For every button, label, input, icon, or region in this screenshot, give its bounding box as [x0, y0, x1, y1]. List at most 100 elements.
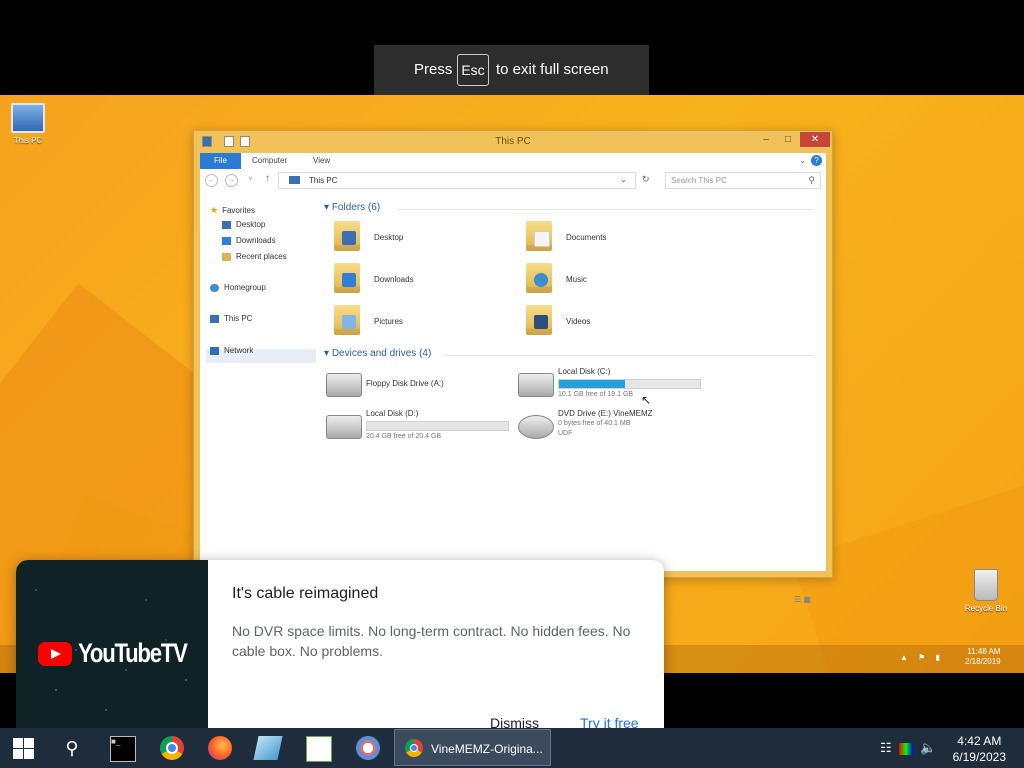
mouse-cursor-icon: ↖ — [641, 393, 652, 407]
promo-body: No DVR space limits. No long-term contra… — [232, 623, 631, 659]
folder-pictures: Pictures — [334, 305, 494, 339]
folder-videos: Videos — [526, 305, 686, 339]
nav-this-pc: This PC — [210, 314, 252, 323]
recent-places-icon — [222, 252, 231, 261]
floppy-drive-icon — [326, 373, 362, 397]
notepad-app-icon[interactable] — [253, 736, 283, 760]
promo-image: YouTubeTV — [16, 560, 208, 728]
recent-dropdown-icon: ˅ — [248, 176, 253, 183]
folders-header: ▾ Folders (6) — [324, 202, 381, 213]
refresh-icon: ↻ — [642, 174, 650, 184]
nav-homegroup: Homegroup — [210, 283, 266, 292]
folder-icon — [334, 263, 360, 293]
search-placeholder: Search This PC — [671, 176, 727, 185]
explorer-window: This PC – □ ✕ File Computer View ⌄ ? ← →… — [193, 130, 833, 604]
tab-file: File — [200, 153, 241, 169]
taskbar-window-title: VineMEMZ-Origina... — [431, 742, 543, 756]
nav-desktop: Desktop — [222, 220, 265, 229]
address-path: This PC — [309, 176, 338, 185]
drive-usage-bar — [558, 379, 701, 389]
promo-title: It's cable reimagined — [232, 585, 379, 602]
desktop-icon-recycle-bin: Recycle Bin — [958, 569, 1014, 613]
dvd-drive-icon — [518, 415, 554, 439]
drive-usage-bar — [366, 421, 509, 431]
youtube-play-icon — [38, 642, 72, 666]
try-it-free-button[interactable]: Try it free — [580, 715, 639, 728]
inner-clock: 11:48 AM 2/18/2019 — [965, 647, 1001, 666]
firefox-icon[interactable] — [208, 736, 232, 760]
inner-tray-icons: ▲ ⚑ ▮ — [900, 653, 944, 662]
divider — [444, 355, 814, 356]
content-pane: ▾ Folders (6) Desktop Documents Download… — [318, 191, 826, 571]
folder-downloads: Downloads — [334, 263, 494, 297]
help-icon: ? — [811, 155, 822, 166]
computer-icon — [11, 103, 45, 133]
star-icon: ★ — [210, 205, 219, 215]
back-icon: ← — [205, 174, 218, 187]
windows-drive-icon — [518, 373, 554, 397]
nav-network: Network — [210, 346, 253, 355]
chrome-icon[interactable] — [160, 736, 184, 760]
divider — [398, 209, 814, 210]
nav-favorites: ★ Favorites — [210, 205, 255, 215]
system-tray: ☷ 🔈 — [880, 740, 936, 756]
ribbon-tabs: File Computer View ⌄ ? — [200, 153, 826, 169]
hard-drive-icon — [326, 415, 362, 439]
network-icon[interactable]: ☷ — [880, 740, 892, 755]
desktop-icon-label: This PC — [13, 136, 43, 145]
taskbar-active-chrome-window[interactable]: VineMEMZ-Origina... — [394, 729, 551, 766]
up-arrow-icon: ↑ — [265, 173, 270, 184]
homegroup-icon — [210, 283, 219, 292]
paint-app-icon[interactable] — [356, 736, 380, 760]
folder-desktop: Desktop — [334, 221, 494, 255]
download-icon — [222, 236, 231, 245]
windows-start-icon[interactable] — [12, 736, 36, 760]
address-row: ← → ˅ ↑ This PC ⌄ ↻ Search This PC ⚲ — [200, 169, 826, 191]
folder-icon — [526, 263, 552, 293]
nav-recent: Recent places — [222, 252, 287, 261]
navigation-pane: ★ Favorites Desktop Downloads Recent plac… — [200, 191, 318, 571]
chevron-down-icon: ⌄ — [620, 175, 627, 184]
drive-c: Local Disk (C:) 10.1 GB free of 19.1 GB — [518, 367, 718, 407]
youtube-tv-promo-card: YouTubeTV It's cable reimagined No DVR s… — [16, 560, 664, 728]
desktop-icon-label: Recycle Bin — [964, 604, 1008, 613]
chevron-down-icon: ⌄ — [799, 156, 806, 165]
search-icon: ⚲ — [808, 175, 815, 185]
close-icon: ✕ — [800, 132, 830, 147]
minimize-icon: – — [763, 134, 769, 145]
network-icon — [210, 346, 219, 355]
folder-documents: Documents — [526, 221, 686, 255]
nav-downloads: Downloads — [222, 236, 276, 245]
fullscreen-exit-hint: Press Esc to exit full screen — [374, 45, 649, 95]
chrome-icon — [405, 739, 423, 757]
drives-header: ▾ Devices and drives (4) — [324, 348, 432, 359]
color-app-icon[interactable] — [898, 742, 913, 755]
address-bar: This PC ⌄ — [278, 172, 636, 189]
desktop-icon — [222, 220, 231, 229]
youtube-tv-logo: YouTubeTV — [78, 638, 188, 668]
folder-icon — [334, 221, 360, 251]
computer-icon — [289, 176, 300, 184]
folder-icon — [334, 305, 360, 335]
search-icon[interactable]: ⚲ — [60, 736, 84, 760]
view-toggle-icons: ☰ ▦ — [794, 595, 811, 604]
dismiss-button[interactable]: Dismiss — [490, 715, 539, 728]
spreadsheet-app-icon[interactable] — [306, 736, 332, 762]
recycle-bin-icon — [974, 569, 998, 601]
terminal-icon[interactable]: ■_ — [110, 736, 136, 762]
maximize-icon: □ — [784, 134, 792, 145]
tab-computer: Computer — [252, 156, 288, 165]
taskbar: ⚲ ■_ VineMEMZ-Origina... ☷ 🔈 4:42 AM 6/1… — [0, 728, 1024, 768]
search-box: Search This PC ⚲ — [665, 172, 821, 189]
desktop-icon-this-pc: This PC — [0, 103, 56, 145]
folder-music: Music — [526, 263, 686, 297]
title-bar: This PC – □ ✕ — [194, 131, 832, 153]
drive-e: DVD Drive (E:) VineMEMZ 0 bytes free of … — [518, 409, 718, 449]
folder-icon — [526, 221, 552, 251]
clock[interactable]: 4:42 AM 6/19/2023 — [953, 733, 1006, 765]
folder-icon — [526, 305, 552, 335]
drive-floppy: Floppy Disk Drive (A:) — [326, 367, 526, 407]
tab-view: View — [313, 156, 331, 165]
volume-muted-icon[interactable]: 🔈 — [920, 740, 936, 755]
esc-key-badge: Esc — [457, 54, 489, 86]
